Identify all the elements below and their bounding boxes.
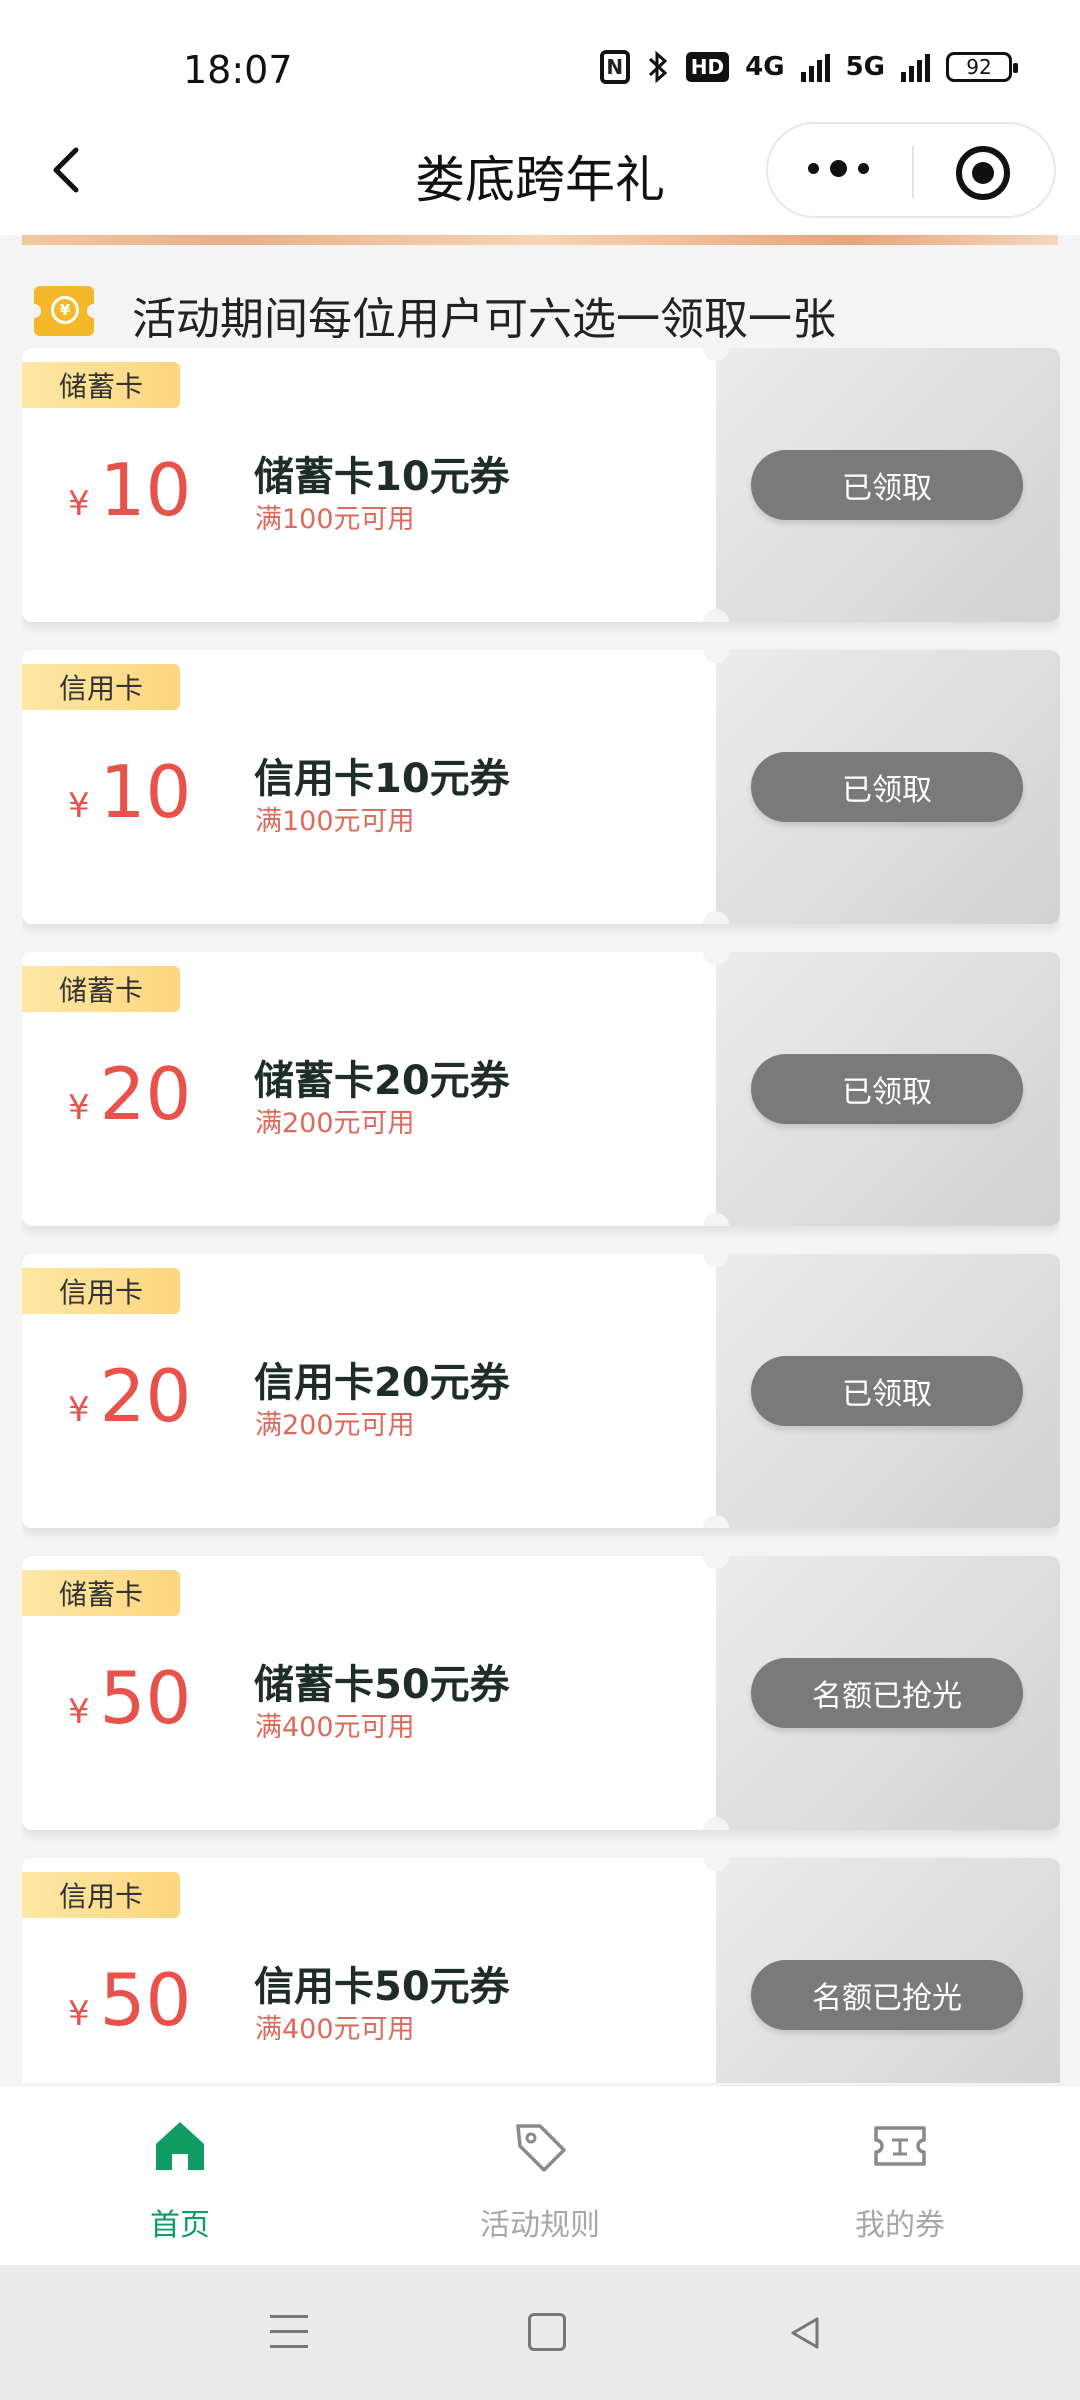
coupon-card: 信用卡 ¥20 信用卡20元券 满200元可用 已领取 <box>22 1254 1060 1528</box>
yen-symbol: ¥ <box>68 1994 90 2034</box>
5g-label: 5G <box>845 52 885 82</box>
coupon-amount: ¥20 <box>68 1354 191 1438</box>
coupon-card: 信用卡 ¥50 信用卡50元券 满400元可用 名额已抢光 <box>22 1858 1060 2083</box>
amount-value: 10 <box>99 448 192 532</box>
notice-text: 活动期间每位用户可六选一领取一张 <box>132 294 836 345</box>
sold-out-button[interactable]: 名额已抢光 <box>751 1658 1023 1728</box>
amount-value: 50 <box>99 1958 192 2042</box>
notice-bar: ¥ 活动期间每位用户可六选一领取一张 <box>0 245 1080 345</box>
coupon-action-area: 已领取 <box>703 348 1060 622</box>
card-type-tag: 信用卡 <box>22 664 180 710</box>
bottom-tab-bar: 首页 活动规则 我的券 <box>0 2085 1080 2265</box>
coupon-condition: 满100元可用 <box>255 806 415 837</box>
coupon-card: 储蓄卡 ¥50 储蓄卡50元券 满400元可用 名额已抢光 <box>22 1556 1060 1830</box>
card-type-tag: 储蓄卡 <box>22 362 180 408</box>
4g-signal-icon <box>800 52 830 82</box>
coupon-name: 储蓄卡20元券 <box>254 1058 510 1104</box>
tab-label: 活动规则 <box>480 2208 600 2243</box>
card-type-tag: 储蓄卡 <box>22 1570 180 1616</box>
navigation-bar: 娄底跨年礼 <box>0 110 1080 235</box>
coupon-card: 储蓄卡 ¥10 储蓄卡10元券 满100元可用 已领取 <box>22 348 1060 622</box>
card-type-tag: 信用卡 <box>22 1872 180 1918</box>
claim-button[interactable]: 已领取 <box>751 450 1023 520</box>
coupon-name: 信用卡10元券 <box>254 756 510 802</box>
tag-icon <box>516 2124 566 2172</box>
claim-button[interactable]: 已领取 <box>751 1054 1023 1124</box>
coupon-amount: ¥10 <box>68 750 191 834</box>
coupon-card: 储蓄卡 ¥20 储蓄卡20元券 满200元可用 已领取 <box>22 952 1060 1226</box>
amount-value: 20 <box>99 1052 192 1136</box>
yen-symbol: ¥ <box>68 786 90 826</box>
card-type-tag: 储蓄卡 <box>22 966 180 1012</box>
coupon-condition: 满400元可用 <box>255 2014 415 2045</box>
coupon-name: 储蓄卡50元券 <box>254 1662 510 1708</box>
coupon-action-area: 已领取 <box>703 952 1060 1226</box>
coupon-amount: ¥10 <box>68 448 191 532</box>
yen-symbol: ¥ <box>68 1088 90 1128</box>
coupon-condition: 满100元可用 <box>255 504 415 535</box>
coupon-amount: ¥50 <box>68 1958 191 2042</box>
ticket-icon <box>874 2126 926 2166</box>
battery-level: 92 <box>966 55 992 79</box>
banner-image <box>22 235 1058 245</box>
coupon-amount: ¥50 <box>68 1656 191 1740</box>
home-button-icon[interactable] <box>528 2313 566 2351</box>
coupon-action-area: 已领取 <box>703 1254 1060 1528</box>
nfc-icon: N <box>599 50 630 84</box>
tab-label: 首页 <box>150 2208 210 2243</box>
5g-signal-icon <box>901 52 930 82</box>
miniprogram-capsule <box>766 122 1056 218</box>
close-miniprogram-icon[interactable] <box>956 146 1010 200</box>
coupon-ticket-icon: ¥ <box>27 286 101 336</box>
hd-icon: HD <box>685 52 730 82</box>
coupon-condition: 满200元可用 <box>255 1410 415 1441</box>
capsule-divider <box>912 146 914 198</box>
card-type-tag: 信用卡 <box>22 1268 180 1314</box>
coupon-action-area: 名额已抢光 <box>703 1858 1060 2083</box>
coupon-name: 储蓄卡10元券 <box>254 454 510 500</box>
coupon-condition: 满200元可用 <box>255 1108 415 1139</box>
tab-my-coupons[interactable]: 我的券 <box>720 2086 1080 2266</box>
coupon-name: 信用卡20元券 <box>254 1360 510 1406</box>
coupon-action-area: 已领取 <box>703 650 1060 924</box>
coupon-condition: 满400元可用 <box>255 1712 415 1743</box>
yen-symbol: ¥ <box>68 1390 90 1430</box>
coupon-action-area: 名额已抢光 <box>703 1556 1060 1830</box>
status-time: 18:07 <box>183 48 293 92</box>
battery-icon: 92 <box>946 52 1018 82</box>
coupon-name: 信用卡50元券 <box>254 1964 510 2010</box>
amount-value: 10 <box>99 750 192 834</box>
amount-value: 50 <box>99 1656 192 1740</box>
yen-symbol: ¥ <box>68 484 90 524</box>
tab-label: 我的券 <box>855 2208 945 2243</box>
recent-apps-icon[interactable] <box>270 2315 308 2351</box>
tab-home[interactable]: 首页 <box>0 2086 360 2266</box>
status-icons: N HD 4G 5G 92 <box>599 50 1018 84</box>
amount-value: 20 <box>99 1354 192 1438</box>
sold-out-button[interactable]: 名额已抢光 <box>751 1960 1023 2030</box>
home-icon <box>156 2122 204 2170</box>
more-menu-icon[interactable] <box>808 160 869 177</box>
system-navigation-bar <box>0 2265 1080 2400</box>
4g-label: 4G <box>745 52 785 82</box>
bluetooth-icon <box>648 50 668 84</box>
yen-symbol: ¥ <box>68 1692 90 1732</box>
coupon-amount: ¥20 <box>68 1052 191 1136</box>
claim-button[interactable]: 已领取 <box>751 752 1023 822</box>
back-triangle-icon[interactable] <box>785 2313 825 2353</box>
tab-rules[interactable]: 活动规则 <box>360 2086 720 2266</box>
coupon-card: 信用卡 ¥10 信用卡10元券 满100元可用 已领取 <box>22 650 1060 924</box>
coupon-list[interactable]: 储蓄卡 ¥10 储蓄卡10元券 满100元可用 已领取 信用卡 ¥10 信用卡1… <box>22 348 1060 2083</box>
claim-button[interactable]: 已领取 <box>751 1356 1023 1426</box>
